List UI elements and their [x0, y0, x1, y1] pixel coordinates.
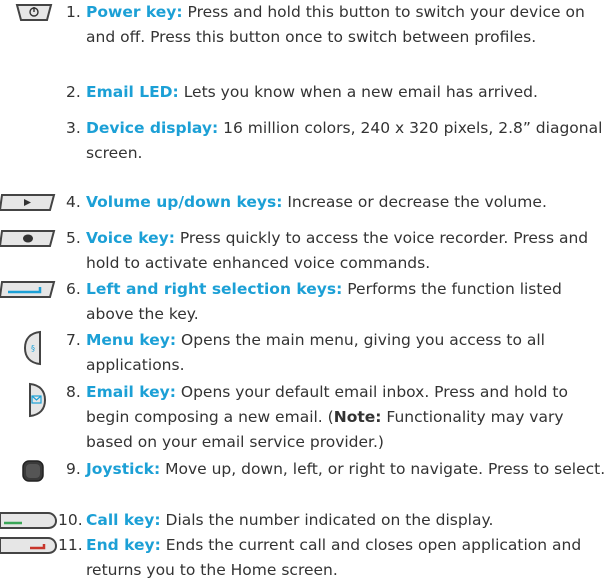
item-text: Menu key: Opens the main menu, giving yo…	[86, 328, 606, 378]
item-number: 5.	[66, 229, 81, 247]
item-number: 6.	[66, 280, 81, 298]
item-number: 8.	[66, 383, 81, 401]
item-term: Power key:	[86, 3, 183, 21]
item-number: 10.	[58, 511, 83, 529]
item-desc: Lets you know when a new email has arriv…	[178, 83, 538, 101]
svg-text:§: §	[31, 344, 35, 353]
volume-key-icon	[0, 194, 56, 211]
item-term: Voice key:	[86, 229, 175, 247]
item-term: Email key:	[86, 383, 176, 401]
item-desc: Dials the number indicated on the displa…	[160, 511, 494, 529]
item-number: 11.	[58, 536, 83, 554]
item-desc: Ends the current call and closes open ap…	[86, 536, 582, 579]
menu-key-icon: §	[23, 330, 41, 366]
item-text: Call key: Dials the number indicated on …	[86, 508, 606, 533]
item-number: 9.	[66, 460, 81, 478]
joystick-icon	[22, 460, 44, 482]
call-key-icon	[0, 512, 58, 529]
power-key-icon	[15, 4, 53, 21]
note-label: Note:	[333, 408, 382, 426]
selection-key-icon	[0, 281, 56, 298]
item-text: Volume up/down keys: Increase or decreas…	[86, 190, 606, 215]
item-term: End key:	[86, 536, 161, 554]
item-number: 7.	[66, 331, 81, 349]
item-text: Device display: 16 million colors, 240 x…	[86, 116, 606, 166]
item-text: Voice key: Press quickly to access the v…	[86, 226, 606, 276]
voice-key-icon	[0, 230, 56, 247]
end-key-icon	[0, 537, 58, 554]
item-term: Call key:	[86, 511, 161, 529]
item-text: Left and right selection keys: Performs …	[86, 277, 606, 327]
email-key-icon	[29, 382, 47, 418]
item-term: Menu key:	[86, 331, 177, 349]
item-desc: Increase or decrease the volume.	[282, 193, 547, 211]
item-term: Joystick:	[86, 460, 161, 478]
item-text: Power key: Press and hold this button to…	[86, 0, 606, 50]
item-number: 3.	[66, 119, 81, 137]
item-text: Email LED: Lets you know when a new emai…	[86, 80, 606, 105]
item-term: Left and right selection keys:	[86, 280, 343, 298]
item-text: Joystick: Move up, down, left, or right …	[86, 457, 606, 482]
item-term: Email LED:	[86, 83, 179, 101]
item-number: 2.	[66, 83, 81, 101]
item-text: Email key: Opens your default email inbo…	[86, 380, 606, 455]
item-term: Volume up/down keys:	[86, 193, 283, 211]
item-number: 1.	[66, 3, 81, 21]
item-term: Device display:	[86, 119, 219, 137]
item-desc: Move up, down, left, or right to navigat…	[160, 460, 606, 478]
item-text: End key: Ends the current call and close…	[86, 533, 606, 583]
item-number: 4.	[66, 193, 81, 211]
